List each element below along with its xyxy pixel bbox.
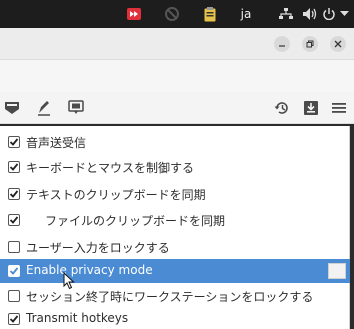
system-top-bar: ja xyxy=(0,0,354,28)
chat-button[interactable] xyxy=(64,96,88,120)
menu-item-label: セッション終了時にワークステーションをロックする xyxy=(26,290,314,304)
checkbox[interactable] xyxy=(8,265,20,277)
mouse-pointer-icon xyxy=(63,272,75,290)
checkbox[interactable] xyxy=(8,214,20,226)
checkbox[interactable] xyxy=(8,290,20,302)
checkmark-icon xyxy=(9,138,19,146)
power-icon[interactable] xyxy=(322,0,336,28)
checkbox[interactable] xyxy=(8,188,20,200)
minimize-button[interactable] xyxy=(274,36,290,52)
language-indicator[interactable]: ja xyxy=(238,0,254,28)
window-background xyxy=(0,60,354,92)
display-settings-icon xyxy=(5,102,19,114)
checkmark-icon xyxy=(9,163,19,171)
language-label: ja xyxy=(240,7,252,21)
minimize-icon xyxy=(279,45,285,47)
menu-item-label: 音声送受信 xyxy=(26,136,87,150)
menu-item-label: キーボードとマウスを制御する xyxy=(26,161,195,175)
menu-item-label: Enable privacy mode xyxy=(26,263,153,277)
menu-icon xyxy=(332,103,346,113)
history-button[interactable] xyxy=(270,96,294,120)
history-icon xyxy=(274,102,288,114)
close-icon xyxy=(334,40,342,48)
remote-desktop-icon[interactable] xyxy=(124,0,144,28)
chevron-down-icon[interactable] xyxy=(338,0,350,28)
menu-button[interactable] xyxy=(327,96,351,120)
checkmark-icon xyxy=(9,267,19,275)
menu-item-transmit-hotkeys[interactable]: Transmit hotkeys xyxy=(0,307,350,329)
session-toolbar xyxy=(0,92,354,124)
chat-icon xyxy=(68,100,84,114)
menu-item-keyboard-mouse[interactable]: キーボードとマウスを制御する xyxy=(0,155,350,179)
checkbox[interactable] xyxy=(8,161,20,173)
menu-item-audio[interactable]: 音声送受信 xyxy=(0,130,350,154)
checkbox[interactable] xyxy=(8,136,20,148)
checkbox[interactable] xyxy=(8,313,20,325)
recording-icon xyxy=(304,101,318,115)
restore-button[interactable] xyxy=(302,36,318,52)
network-icon[interactable] xyxy=(278,0,294,28)
pen-icon xyxy=(38,101,50,116)
checkbox[interactable] xyxy=(8,241,20,253)
checkmark-icon xyxy=(9,190,19,198)
recording-button[interactable] xyxy=(299,96,323,120)
menu-item-label: テキストのクリップボードを同期 xyxy=(26,188,206,202)
menu-item-label: Transmit hotkeys xyxy=(26,311,129,325)
pen-button[interactable] xyxy=(32,96,56,120)
clipboard-icon[interactable] xyxy=(200,0,220,28)
menu-item-lock-on-end[interactable]: セッション終了時にワークステーションをロックする xyxy=(0,284,350,308)
menu-item-label: ファイルのクリップボードを同期 xyxy=(45,214,226,228)
menu-item-label: ユーザー入力をロックする xyxy=(26,241,170,255)
checkmark-icon xyxy=(9,315,19,323)
window-title-bar xyxy=(0,28,354,60)
close-button[interactable] xyxy=(330,36,346,52)
display-options-menu: 音声送受信 キーボードとマウスを制御する テキストのクリップボードを同期 ファイ… xyxy=(0,126,350,329)
submenu-indicator[interactable] xyxy=(328,263,346,279)
menu-item-lock-input[interactable]: ユーザー入力をロックする xyxy=(0,235,350,259)
display-settings-button[interactable] xyxy=(0,96,24,120)
blocked-icon[interactable] xyxy=(162,0,182,28)
checkmark-icon xyxy=(9,216,19,224)
menu-item-file-clipboard[interactable]: ファイルのクリップボードを同期 xyxy=(0,208,350,232)
volume-icon[interactable] xyxy=(302,0,318,28)
restore-icon xyxy=(306,40,314,48)
menu-item-text-clipboard[interactable]: テキストのクリップボードを同期 xyxy=(0,182,350,206)
menu-item-privacy-mode[interactable]: Enable privacy mode xyxy=(0,259,350,283)
